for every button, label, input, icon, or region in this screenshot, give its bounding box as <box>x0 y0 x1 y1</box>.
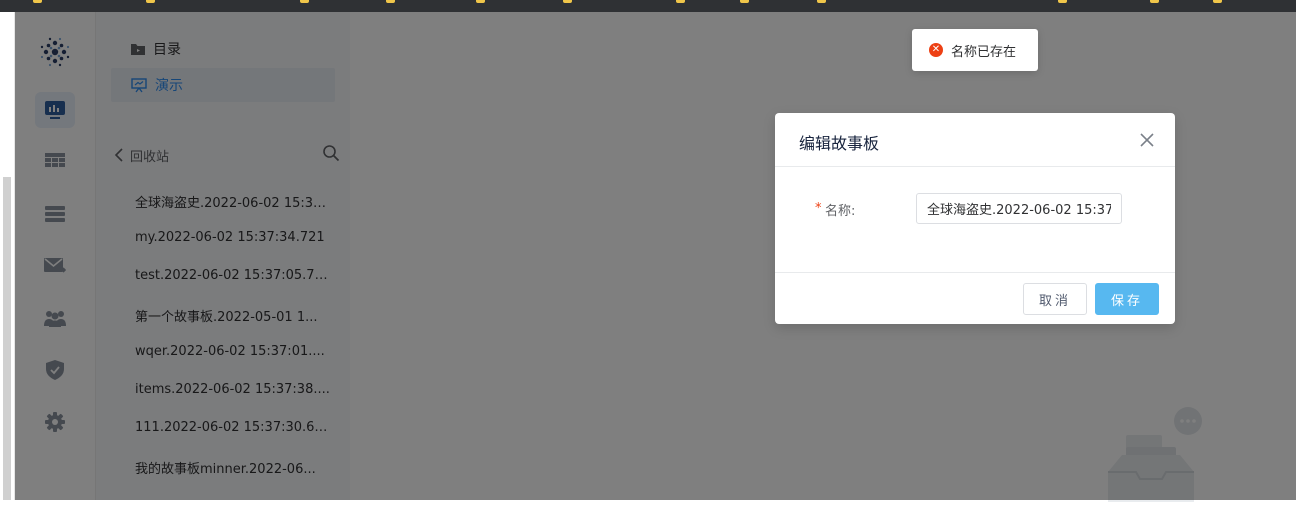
dialog-title: 编辑故事板 <box>799 134 880 153</box>
scrollbar-thumb[interactable] <box>3 177 11 500</box>
bookmark-folder-icon[interactable] <box>146 0 155 3</box>
bookmark-folder-icon[interactable] <box>476 0 485 3</box>
bookmark-folder-icon[interactable] <box>740 0 749 3</box>
bookmark-folder-icon[interactable] <box>817 0 826 3</box>
name-form-row: * 名称: <box>775 193 1175 225</box>
dialog-header: 编辑故事板 <box>775 113 1175 167</box>
bookmark-folder-icon[interactable] <box>676 0 685 3</box>
bookmark-folder-icon[interactable] <box>563 0 572 3</box>
required-mark: * <box>815 201 822 216</box>
browser-bookmark-bar <box>0 0 1296 12</box>
error-circle-icon: ✕ <box>929 43 943 57</box>
name-label: 名称: <box>825 204 856 219</box>
bookmark-folder-icon[interactable] <box>300 0 309 3</box>
edit-storyboard-dialog: 编辑故事板 * 名称: 取消 保存 <box>775 113 1175 324</box>
save-button[interactable]: 保存 <box>1095 283 1159 315</box>
cancel-button[interactable]: 取消 <box>1023 283 1087 315</box>
error-toast: ✕ 名称已存在 <box>912 29 1038 71</box>
bookmark-folder-icon[interactable] <box>1058 0 1067 3</box>
name-input[interactable] <box>916 193 1122 224</box>
bookmark-folder-icon[interactable] <box>1213 0 1222 3</box>
page-scrollbar[interactable] <box>0 12 15 500</box>
close-icon[interactable] <box>1137 130 1157 150</box>
bookmark-folder-icon[interactable] <box>386 0 395 3</box>
dialog-footer: 取消 保存 <box>775 272 1175 324</box>
bookmark-folder-icon[interactable] <box>1150 0 1159 3</box>
bookmark-folder-icon[interactable] <box>33 0 42 3</box>
toast-message: 名称已存在 <box>951 44 1017 60</box>
